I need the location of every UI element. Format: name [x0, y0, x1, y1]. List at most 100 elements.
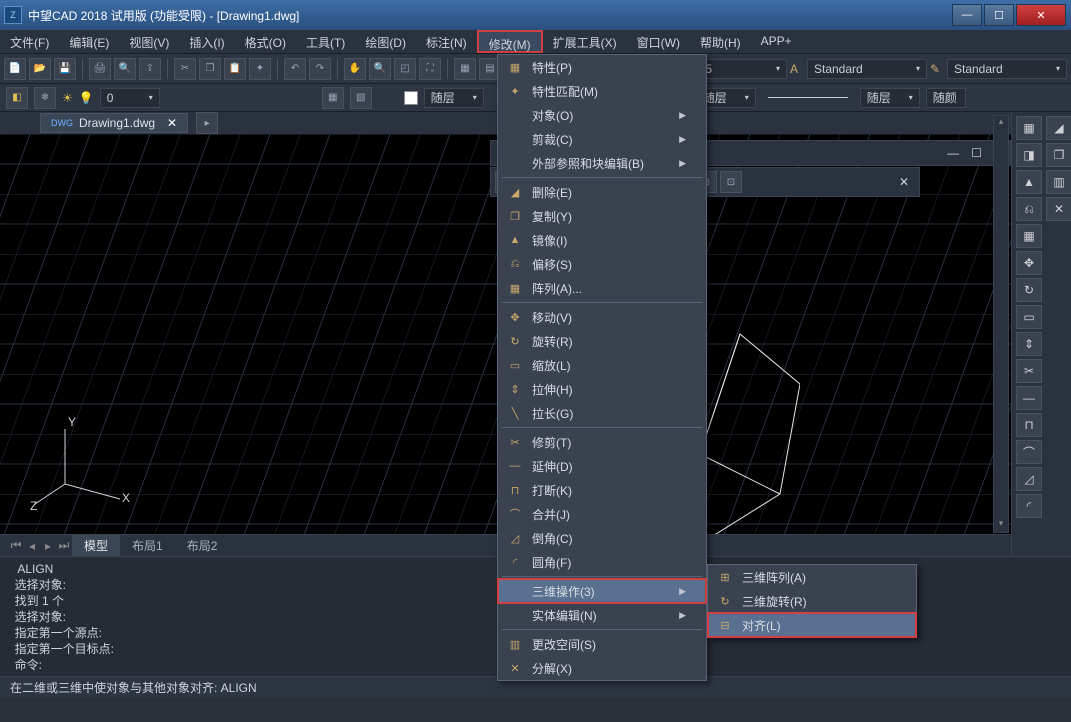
- tool-chamfer-icon[interactable]: ◿: [1016, 467, 1042, 491]
- tabnav-last[interactable]: ⏭: [56, 538, 72, 553]
- undo-icon[interactable]: ↶: [284, 58, 306, 80]
- tool-erase-icon[interactable]: ◢: [1046, 116, 1071, 140]
- modify-item-移动(V)[interactable]: ✥移动(V): [498, 305, 706, 329]
- modify-item-更改空间(S)[interactable]: ▥更改空间(S): [498, 632, 706, 656]
- menu-帮助(H)[interactable]: 帮助(H): [690, 30, 751, 53]
- modify-item-修剪(T)[interactable]: ✂修剪(T): [498, 430, 706, 454]
- file-tab-close[interactable]: ✕: [167, 116, 177, 130]
- tool-explode-icon[interactable]: ✕: [1046, 197, 1071, 221]
- menu-格式(O)[interactable]: 格式(O): [235, 30, 296, 53]
- copy-icon[interactable]: ❐: [199, 58, 221, 80]
- modify-item-旋转(R)[interactable]: ↻旋转(R): [498, 329, 706, 353]
- submenu-item-对齐(L)[interactable]: ⊟对齐(L): [708, 613, 916, 637]
- save-icon[interactable]: 💾: [54, 58, 76, 80]
- vertical-scrollbar[interactable]: ▴ ▾: [993, 115, 1009, 533]
- modify-item-分解(X)[interactable]: ✕分解(X): [498, 656, 706, 680]
- tool-trim-icon[interactable]: ✂: [1016, 359, 1042, 383]
- float-max-icon[interactable]: ☐: [965, 146, 988, 160]
- attached-combo[interactable]: 随层▾: [424, 88, 484, 108]
- zoom-icon[interactable]: 🔍: [369, 58, 391, 80]
- layer-freeze-icon[interactable]: ❄: [34, 87, 56, 109]
- close-button[interactable]: ✕: [1016, 4, 1066, 26]
- menu-插入(I)[interactable]: 插入(I): [179, 30, 234, 53]
- menu-APP+[interactable]: APP+: [751, 30, 802, 53]
- xref-icon[interactable]: ▧: [350, 87, 372, 109]
- menu-扩展工具(X)[interactable]: 扩展工具(X): [543, 30, 627, 53]
- redo-icon[interactable]: ↷: [309, 58, 331, 80]
- layout-tab-layout2[interactable]: 布局2: [175, 535, 230, 556]
- cut-icon[interactable]: ✂: [174, 58, 196, 80]
- tool-mirror-icon[interactable]: ▲: [1016, 170, 1042, 194]
- modify-item-删除(E)[interactable]: ◢删除(E): [498, 180, 706, 204]
- file-tab[interactable]: DWG Drawing1.dwg ✕: [40, 113, 188, 133]
- tool-extend-icon[interactable]: —: [1016, 386, 1042, 410]
- tool-stretch-icon[interactable]: ⇕: [1016, 332, 1042, 356]
- tool-rotate-icon[interactable]: ↻: [1016, 278, 1042, 302]
- props-icon[interactable]: ▦: [454, 58, 476, 80]
- modify-item-特性匹配(M)[interactable]: ✦特性匹配(M): [498, 79, 706, 103]
- menu-窗口(W)[interactable]: 窗口(W): [627, 30, 690, 53]
- modify-item-对象(O)[interactable]: 对象(O)▶: [498, 103, 706, 127]
- tabnav-first[interactable]: ⏮: [8, 538, 24, 553]
- tabnav-next[interactable]: ▸: [40, 539, 56, 553]
- modify-item-延伸(D)[interactable]: —延伸(D): [498, 454, 706, 478]
- zoomext-icon[interactable]: ⛶: [419, 58, 441, 80]
- modify-item-特性(P)[interactable]: ▦特性(P): [498, 55, 706, 79]
- tool-join-icon[interactable]: ⌒: [1016, 440, 1042, 464]
- menu-编辑(E)[interactable]: 编辑(E): [59, 30, 119, 53]
- modify-item-外部参照和块编辑(B)[interactable]: 外部参照和块编辑(B)▶: [498, 151, 706, 175]
- textstyle1-combo[interactable]: Standard▾: [807, 59, 927, 79]
- block-icon[interactable]: ▦: [322, 87, 344, 109]
- open-icon[interactable]: 📂: [29, 58, 51, 80]
- float-min-icon[interactable]: —: [941, 146, 965, 160]
- color-swatch[interactable]: [404, 91, 418, 105]
- menu-文件(F)[interactable]: 文件(F): [0, 30, 59, 53]
- tool-props-icon[interactable]: ▦: [1016, 116, 1042, 140]
- menu-绘图(D)[interactable]: 绘图(D): [355, 30, 416, 53]
- paste-icon[interactable]: 📋: [224, 58, 246, 80]
- modify-item-偏移(S)[interactable]: ⎌偏移(S): [498, 252, 706, 276]
- tool-copy-icon[interactable]: ❐: [1046, 143, 1071, 167]
- modify-item-拉长(G)[interactable]: ╲拉长(G): [498, 401, 706, 425]
- modify-item-拉伸(H)[interactable]: ⇕拉伸(H): [498, 377, 706, 401]
- tool-offset-icon[interactable]: ⎌: [1016, 197, 1042, 221]
- ft-grip-icon[interactable]: ⊡: [720, 171, 742, 193]
- tabnav-prev[interactable]: ◂: [24, 539, 40, 553]
- tool-break-icon[interactable]: ⊓: [1016, 413, 1042, 437]
- menu-标注(N)[interactable]: 标注(N): [416, 30, 477, 53]
- publish-icon[interactable]: ⇪: [139, 58, 161, 80]
- tool-rclip-icon[interactable]: ▥: [1046, 170, 1071, 194]
- modify-item-三维操作(3)[interactable]: 三维操作(3)▶: [498, 579, 706, 603]
- match-icon[interactable]: ✦: [249, 58, 271, 80]
- modify-item-复制(Y)[interactable]: ❐复制(Y): [498, 204, 706, 228]
- modify-item-倒角(C)[interactable]: ◿倒角(C): [498, 526, 706, 550]
- minimize-button[interactable]: —: [952, 4, 982, 26]
- submenu-item-三维阵列(A)[interactable]: ⊞三维阵列(A): [708, 565, 916, 589]
- textstyle2-combo[interactable]: Standard▾: [947, 59, 1067, 79]
- layer-props-icon[interactable]: ◧: [6, 87, 28, 109]
- modify-item-合并(J)[interactable]: ⌒合并(J): [498, 502, 706, 526]
- print-icon[interactable]: 🖨: [89, 58, 111, 80]
- preview-icon[interactable]: 🔍: [114, 58, 136, 80]
- modify-item-剪裁(C)[interactable]: 剪裁(C)▶: [498, 127, 706, 151]
- modify-item-打断(K)[interactable]: ⊓打断(K): [498, 478, 706, 502]
- tool-move-icon[interactable]: ✥: [1016, 251, 1042, 275]
- tool-scale-icon[interactable]: ▭: [1016, 305, 1042, 329]
- new-tab-icon[interactable]: ▸: [196, 112, 218, 134]
- menu-修改(M)[interactable]: 修改(M): [477, 30, 543, 53]
- submenu-item-三维旋转(R)[interactable]: ↻三维旋转(R): [708, 589, 916, 613]
- bycolor-combo[interactable]: 随颜: [926, 88, 966, 108]
- modify-item-镜像(I)[interactable]: ▲镜像(I): [498, 228, 706, 252]
- tool-match-icon[interactable]: ◨: [1016, 143, 1042, 167]
- layer-combo[interactable]: 0▾: [100, 88, 160, 108]
- layout-tab-model[interactable]: 模型: [72, 535, 120, 556]
- modify-item-实体编辑(N)[interactable]: 实体编辑(N)▶: [498, 603, 706, 627]
- tool-array-icon[interactable]: ▦: [1016, 224, 1042, 248]
- bylayer2-combo[interactable]: 随层▾: [860, 88, 920, 108]
- modify-item-阵列(A)...[interactable]: ▦阵列(A)...: [498, 276, 706, 300]
- tool-fillet-icon[interactable]: ◜: [1016, 494, 1042, 518]
- new-icon[interactable]: 📄: [4, 58, 26, 80]
- zoomwin-icon[interactable]: ◰: [394, 58, 416, 80]
- layout-tab-layout1[interactable]: 布局1: [120, 535, 175, 556]
- ft-close-icon[interactable]: ✕: [893, 175, 915, 189]
